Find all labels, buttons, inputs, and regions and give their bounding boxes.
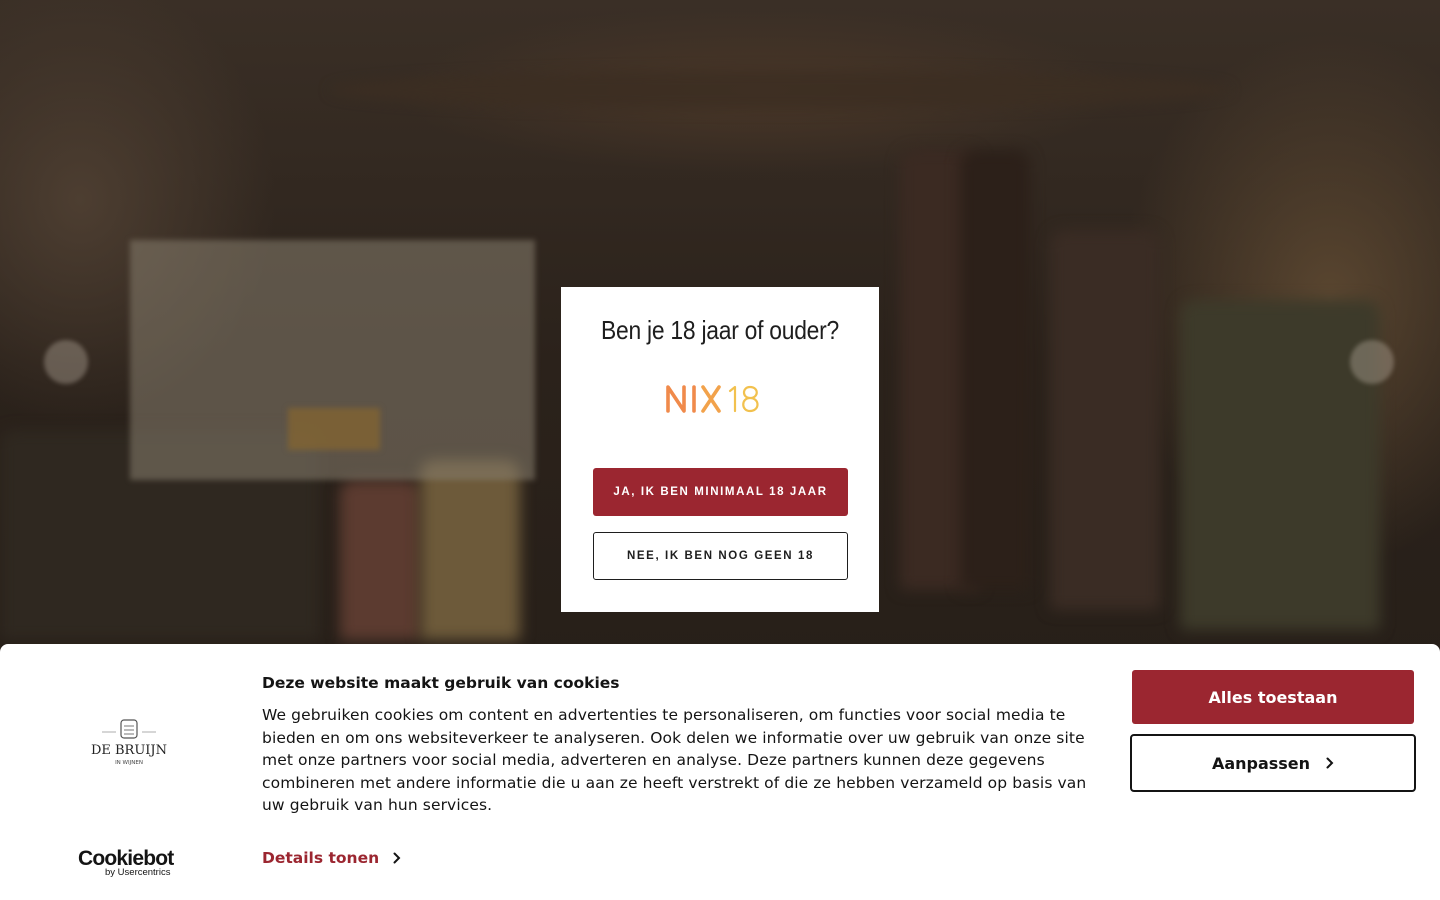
details-link-label: Details tonen	[262, 849, 380, 867]
cookie-description: We gebruiken cookies om content en adver…	[262, 706, 1087, 815]
customize-label: Aanpassen	[1211, 753, 1311, 773]
hero-promo-button	[288, 408, 380, 450]
age-gate-title: Ben je 18 jaar of ouder?	[601, 315, 839, 345]
nix18-logo-icon	[666, 385, 759, 413]
age-verification-modal: Ben je 18 jaar of ouder? JA, IK BEN MINI…	[561, 287, 879, 612]
bottle-shape	[1180, 300, 1380, 630]
brand-logo-subtext: IN WIJNEN	[115, 760, 143, 766]
cookie-title: Deze website maakt gebruik van cookies	[262, 674, 620, 692]
brand-crest-icon: DE BRUIJN IN WIJNEN	[91, 719, 167, 766]
customize-cookies-button[interactable]: Aanpassen	[1130, 734, 1416, 792]
chevron-right-icon	[393, 852, 401, 864]
cookiebot-logo: Cookiebot by Usercentrics	[78, 846, 182, 882]
cookiebot-logo-icon: Cookiebot by Usercentrics	[78, 847, 175, 878]
bottle-shape	[1050, 230, 1160, 610]
age-confirm-button[interactable]: JA, IK BEN MINIMAAL 18 JAAR	[593, 468, 848, 516]
age-deny-button[interactable]: NEE, IK BEN NOG GEEN 18	[593, 532, 848, 580]
bottle-shape	[420, 460, 520, 640]
slider-next-icon	[1350, 340, 1394, 384]
brand-logo-text: DE BRUIJN	[91, 743, 167, 758]
bottle-shape	[960, 150, 1030, 590]
de-bruijn-logo: DE BRUIJN IN WIJNEN	[88, 718, 170, 772]
chevron-right-icon	[1326, 757, 1334, 769]
bottle-shape	[340, 480, 420, 640]
cookiebot-subtext: by Usercentrics	[105, 867, 171, 878]
show-details-link[interactable]: Details tonen	[262, 849, 401, 867]
allow-all-cookies-button[interactable]: Alles toestaan	[1132, 670, 1414, 724]
shelf-shape	[330, 70, 1230, 110]
slider-prev-icon	[44, 340, 88, 384]
